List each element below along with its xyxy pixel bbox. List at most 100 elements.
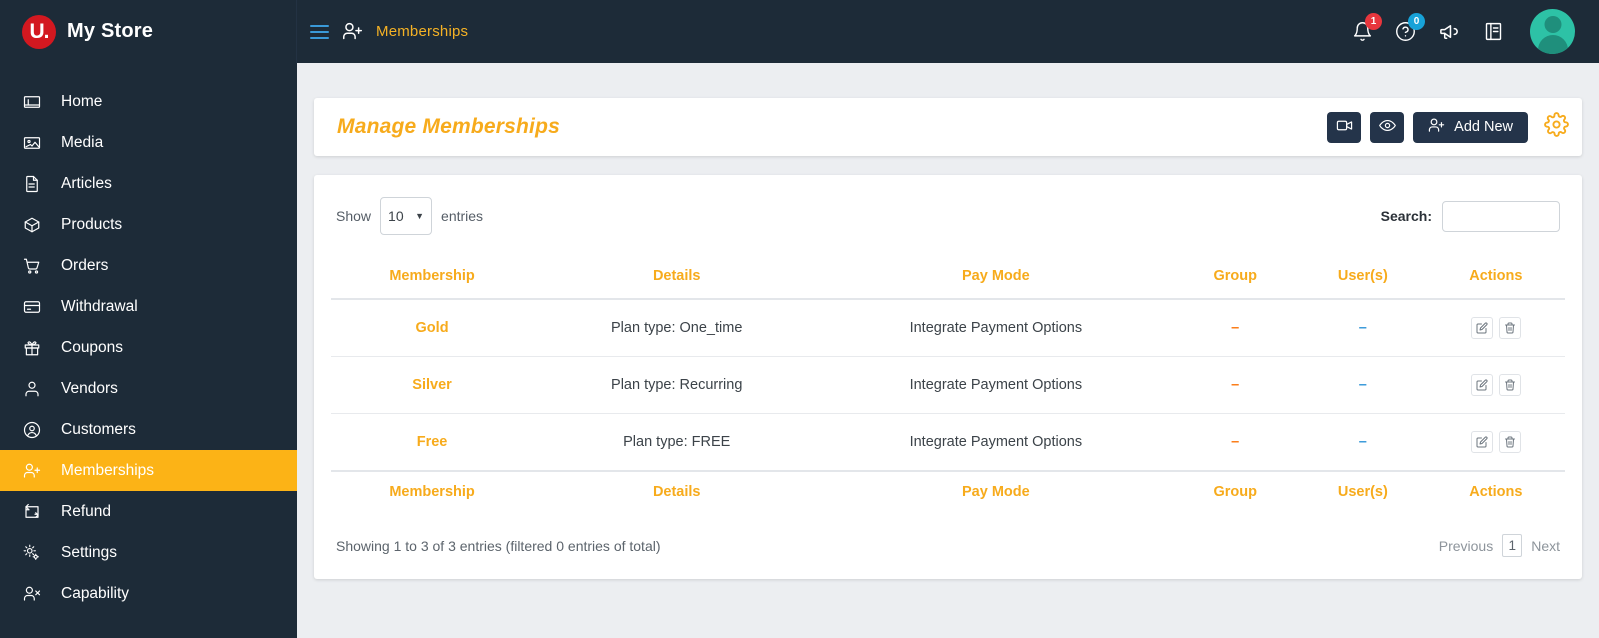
sidebar-item-customers[interactable]: Customers (0, 409, 297, 450)
sidebar-label: Refund (61, 502, 111, 520)
entries-label: entries (441, 208, 484, 224)
sidebar-item-media[interactable]: Media (0, 122, 297, 163)
sidebar-item-vendors[interactable]: Vendors (0, 368, 297, 409)
search-input[interactable] (1442, 200, 1560, 232)
edit-icon[interactable] (1470, 374, 1493, 396)
membership-details: Plan type: One_time (533, 299, 821, 357)
sidebar-item-orders[interactable]: Orders (0, 245, 297, 286)
edit-icon[interactable] (1470, 431, 1493, 453)
trash-icon[interactable] (1498, 431, 1521, 453)
table-foot: Membership Details Pay Mode Group User(s… (331, 471, 1565, 514)
table-row: Gold Plan type: One_time Integrate Payme… (331, 299, 1565, 357)
refund-icon (22, 503, 42, 521)
trash-icon[interactable] (1498, 374, 1521, 396)
video-camera-icon (1336, 117, 1353, 137)
column-header-group[interactable]: Group (1171, 256, 1299, 299)
trash-icon[interactable] (1498, 317, 1521, 339)
edit-icon[interactable] (1470, 317, 1493, 339)
table-footer: Showing 1 to 3 of 3 entries (filtered 0 … (331, 514, 1565, 557)
book-icon[interactable] (1483, 21, 1504, 42)
show-label: Show (336, 208, 372, 224)
sidebar-item-coupons[interactable]: Coupons (0, 327, 297, 368)
column-header-users[interactable]: User(s) (1299, 256, 1427, 299)
sidebar-label: Home (61, 92, 103, 110)
footer-row: Membership Details Pay Mode Group User(s… (331, 471, 1565, 514)
membership-details: Plan type: Recurring (533, 356, 821, 414)
pagination-next[interactable]: Next (1531, 538, 1560, 554)
sidebar-item-withdrawal[interactable]: Withdrawal (0, 286, 297, 327)
sidebar-item-settings[interactable]: Settings (0, 532, 297, 573)
sidebar-label: Capability (61, 584, 130, 602)
video-camera-button[interactable] (1327, 111, 1362, 143)
membership-name[interactable]: Gold (416, 320, 449, 336)
page-header-card: Manage Memberships Add New (314, 98, 1582, 156)
user-icon (22, 380, 42, 398)
document-icon (22, 175, 42, 193)
help-circle-icon[interactable]: 0 (1395, 13, 1425, 42)
user-plus-icon (22, 462, 42, 480)
page-size-value: 10 (388, 208, 404, 224)
top-bar-actions: 1 0 (1352, 9, 1599, 54)
table-body: Gold Plan type: One_time Integrate Payme… (331, 299, 1565, 471)
settings-gear-button[interactable] (1537, 112, 1569, 142)
pagination-previous[interactable]: Previous (1439, 538, 1493, 554)
sidebar: Home Media Articles Products Orders With… (0, 63, 297, 638)
help-badge: 0 (1408, 13, 1425, 30)
search-label: Search: (1380, 208, 1432, 224)
card-icon (22, 298, 42, 316)
hamburger-menu-icon[interactable] (310, 24, 329, 39)
user-circle-icon (22, 421, 42, 439)
membership-group[interactable]: – (1231, 434, 1239, 450)
sidebar-item-products[interactable]: Products (0, 204, 297, 245)
column-header-actions[interactable]: Actions (1427, 256, 1565, 299)
notification-badge: 1 (1365, 13, 1382, 30)
sidebar-item-articles[interactable]: Articles (0, 163, 297, 204)
cart-icon (22, 257, 42, 275)
sidebar-label: Withdrawal (61, 297, 138, 315)
image-icon (22, 134, 42, 152)
page-size-select[interactable]: 10 ▼ (380, 197, 433, 235)
memberships-table-card: Show 10 ▼ entries Search: Membership Det… (314, 175, 1582, 579)
avatar[interactable] (1530, 9, 1575, 54)
column-header-membership[interactable]: Membership (331, 256, 533, 299)
brand-block[interactable]: U. My Store (0, 0, 297, 63)
footer-header-paymode: Pay Mode (962, 484, 1030, 500)
sidebar-item-refund[interactable]: Refund (0, 491, 297, 532)
membership-paymode: Integrate Payment Options (909, 434, 1083, 450)
box-icon (22, 216, 42, 234)
row-actions (1433, 374, 1559, 396)
sidebar-item-home[interactable]: Home (0, 81, 297, 122)
avatar-head (1544, 16, 1561, 33)
add-new-button[interactable]: Add New (1413, 111, 1528, 143)
sidebar-label: Products (61, 215, 123, 233)
bell-icon[interactable]: 1 (1352, 13, 1382, 42)
top-nav-title[interactable]: Memberships (376, 23, 468, 40)
show-entries-control: Show 10 ▼ entries (336, 197, 483, 235)
column-header-details[interactable]: Details (533, 256, 820, 299)
top-bar: U. My Store Memberships 1 0 (0, 0, 1599, 63)
pagination: Previous 1 Next (1439, 534, 1560, 557)
sidebar-item-capability[interactable]: Capability (0, 573, 297, 614)
membership-name[interactable]: Silver (412, 377, 452, 393)
footer-header-details: Details (652, 484, 701, 500)
sidebar-item-memberships[interactable]: Memberships (0, 450, 297, 491)
entries-info: Showing 1 to 3 of 3 entries (filtered 0 … (336, 537, 661, 554)
megaphone-icon[interactable] (1438, 20, 1461, 43)
membership-users[interactable]: – (1359, 377, 1367, 393)
table-controls: Show 10 ▼ entries Search: (331, 197, 1565, 235)
membership-group[interactable]: – (1231, 320, 1239, 336)
membership-users[interactable]: – (1359, 434, 1367, 450)
membership-name[interactable]: Free (417, 434, 448, 450)
preview-button[interactable] (1370, 111, 1405, 143)
sidebar-label: Media (61, 133, 104, 151)
avatar-body (1537, 35, 1568, 54)
sidebar-label: Coupons (61, 338, 124, 356)
footer-header-membership: Membership (389, 484, 475, 500)
brand-name: My Store (67, 20, 154, 42)
column-header-paymode[interactable]: Pay Mode (820, 256, 1171, 299)
eye-icon (1378, 117, 1396, 137)
pagination-page-1[interactable]: 1 (1502, 534, 1523, 557)
membership-users[interactable]: – (1359, 320, 1367, 336)
footer-header-users: User(s) (1337, 484, 1388, 500)
membership-group[interactable]: – (1231, 377, 1239, 393)
